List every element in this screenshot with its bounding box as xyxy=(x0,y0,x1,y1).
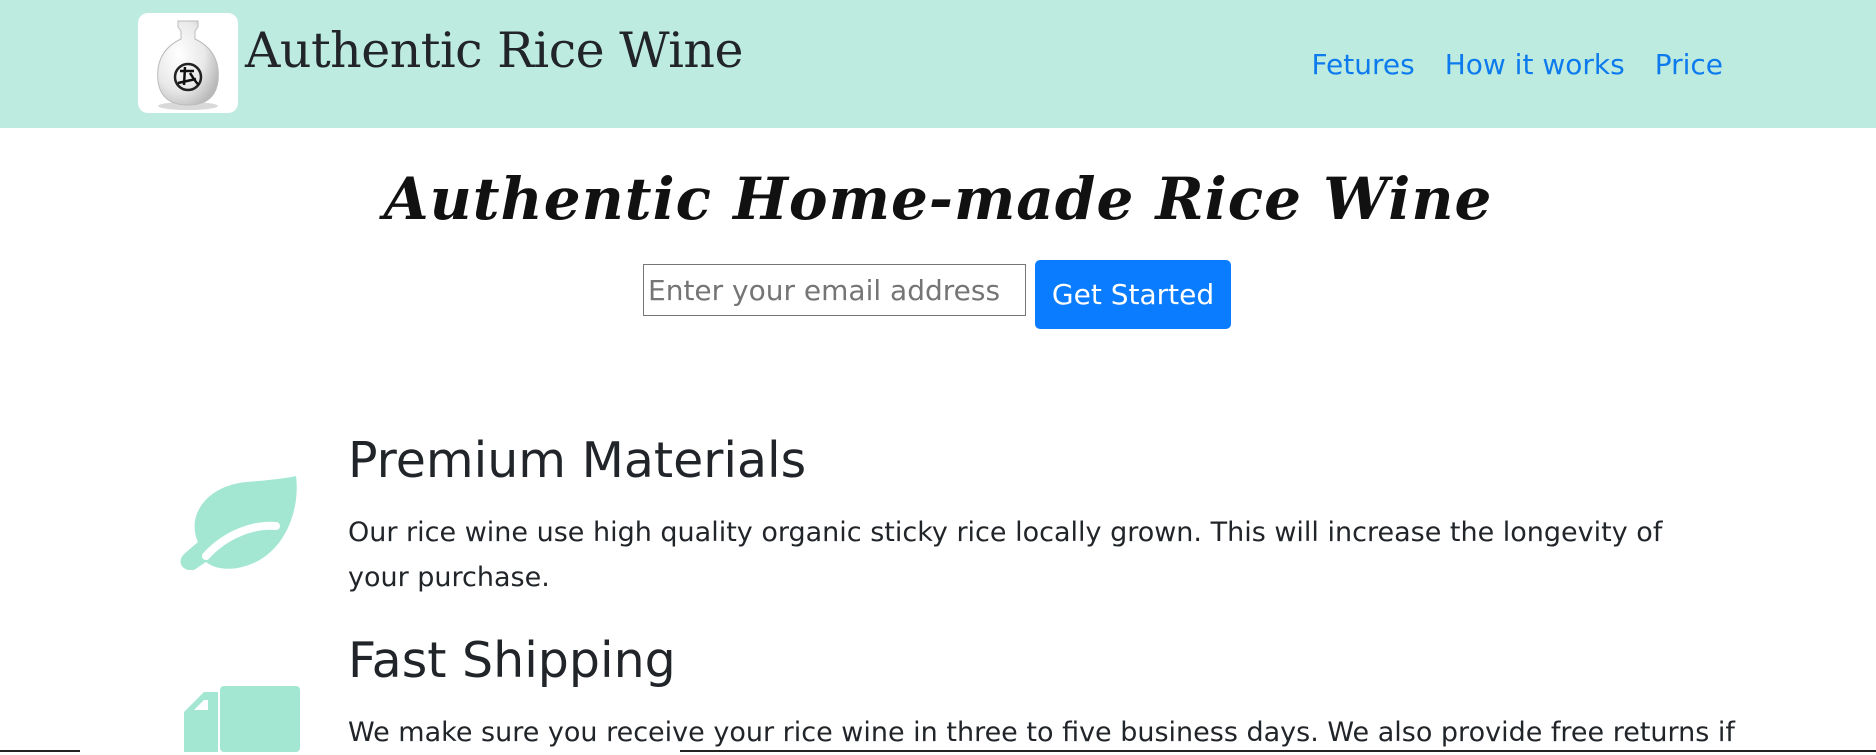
nav-link-how-it-works[interactable]: How it works xyxy=(1445,48,1625,81)
site-header: Authentic Rice Wine Fetures How it works… xyxy=(0,0,1876,128)
get-started-button[interactable]: Get Started xyxy=(1035,260,1231,329)
email-input[interactable] xyxy=(643,264,1026,316)
hero-title: Authentic Home-made Rice Wine xyxy=(383,165,1493,233)
nav-link-features[interactable]: Fetures xyxy=(1311,48,1414,81)
feature-title: Fast Shipping xyxy=(348,632,676,689)
logo[interactable] xyxy=(138,13,238,113)
main-nav: Fetures How it works Price xyxy=(1311,48,1723,81)
sake-bottle-icon xyxy=(157,20,219,110)
feature-text: Our rice wine use high quality organic s… xyxy=(348,517,1663,593)
brand-title[interactable]: Authentic Rice Wine xyxy=(245,22,743,79)
feature-title: Premium Materials xyxy=(348,432,807,489)
truck-icon xyxy=(184,686,300,752)
leaf-icon xyxy=(180,476,297,570)
feature-text: We make sure you receive your rice wine … xyxy=(348,717,1735,748)
nav-link-price[interactable]: Price xyxy=(1655,48,1723,81)
